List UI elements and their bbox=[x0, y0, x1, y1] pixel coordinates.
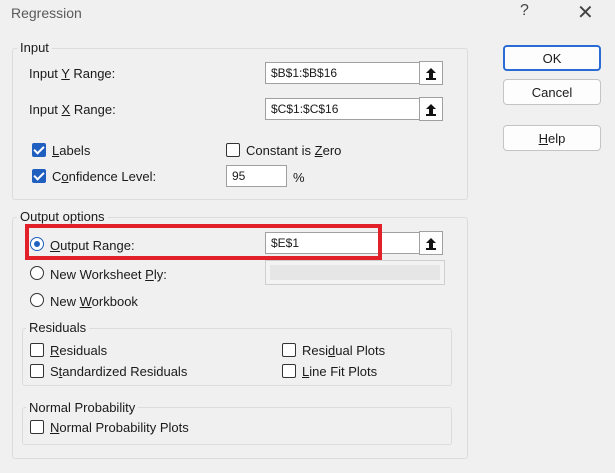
residual-plots-label[interactable]: Residual Plots bbox=[302, 343, 385, 358]
ok-button[interactable]: OK bbox=[503, 45, 601, 71]
output-options-legend: Output options bbox=[17, 209, 108, 224]
input-x-range-field[interactable]: $C$1:$C$16 bbox=[265, 98, 420, 120]
normal-probability-plots-label[interactable]: Normal Probability Plots bbox=[50, 420, 189, 435]
line-fit-plots-checkbox[interactable] bbox=[282, 364, 296, 378]
new-workbook-label[interactable]: New Workbook bbox=[50, 294, 138, 309]
confidence-level-checkbox[interactable] bbox=[32, 169, 46, 183]
percent-unit-label: % bbox=[293, 170, 305, 185]
input-y-range-collapse-button[interactable] bbox=[419, 61, 443, 85]
help-button-label: Help bbox=[538, 130, 566, 146]
input-y-range-field[interactable]: $B$1:$B$16 bbox=[265, 62, 420, 84]
standardized-residuals-checkbox[interactable] bbox=[30, 364, 44, 378]
collapse-arrow-icon bbox=[426, 67, 436, 80]
input-y-range-value: $B$1:$B$16 bbox=[271, 66, 338, 80]
help-titlebar-icon[interactable]: ? bbox=[520, 2, 529, 20]
standardized-residuals-label[interactable]: Standardized Residuals bbox=[50, 364, 187, 379]
input-x-range-collapse-button[interactable] bbox=[419, 97, 443, 121]
new-worksheet-ply-field[interactable] bbox=[265, 260, 445, 285]
collapse-arrow-icon bbox=[426, 237, 436, 250]
collapse-arrow-icon bbox=[426, 103, 436, 116]
input-y-range-label: Input Y Range: bbox=[29, 66, 116, 81]
close-icon[interactable]: ✕ bbox=[577, 0, 594, 25]
ok-button-label: OK bbox=[542, 50, 562, 66]
line-fit-plots-label[interactable]: Line Fit Plots bbox=[302, 364, 377, 379]
input-legend: Input bbox=[17, 40, 52, 55]
constant-zero-checkbox[interactable] bbox=[226, 143, 240, 157]
normal-probability-plots-checkbox[interactable] bbox=[30, 420, 44, 434]
input-x-range-label: Input X Range: bbox=[29, 102, 116, 117]
input-x-range-value: $C$1:$C$16 bbox=[271, 102, 339, 116]
cancel-button-label: Cancel bbox=[531, 84, 573, 100]
labels-label[interactable]: Labels bbox=[52, 143, 90, 158]
cancel-button[interactable]: Cancel bbox=[503, 79, 601, 105]
confidence-level-field[interactable]: 95 bbox=[226, 165, 287, 187]
new-worksheet-ply-radio[interactable] bbox=[30, 266, 44, 280]
new-worksheet-ply-label[interactable]: New Worksheet Ply: bbox=[50, 267, 167, 282]
help-button[interactable]: Help bbox=[503, 125, 601, 151]
constant-zero-label[interactable]: Constant is Zero bbox=[246, 143, 341, 158]
labels-checkbox[interactable] bbox=[32, 143, 46, 157]
residuals-checkbox[interactable] bbox=[30, 343, 44, 357]
output-range-highlight bbox=[25, 224, 382, 260]
window-title: Regression bbox=[11, 5, 82, 21]
output-range-collapse-button[interactable] bbox=[419, 231, 443, 255]
confidence-level-label[interactable]: Confidence Level: bbox=[52, 169, 156, 184]
residual-plots-checkbox[interactable] bbox=[282, 343, 296, 357]
residuals-label[interactable]: Residuals bbox=[50, 343, 107, 358]
new-workbook-radio[interactable] bbox=[30, 293, 44, 307]
normal-probability-legend: Normal Probability bbox=[26, 400, 139, 415]
confidence-level-value: 95 bbox=[232, 169, 246, 183]
residuals-legend: Residuals bbox=[26, 320, 90, 335]
